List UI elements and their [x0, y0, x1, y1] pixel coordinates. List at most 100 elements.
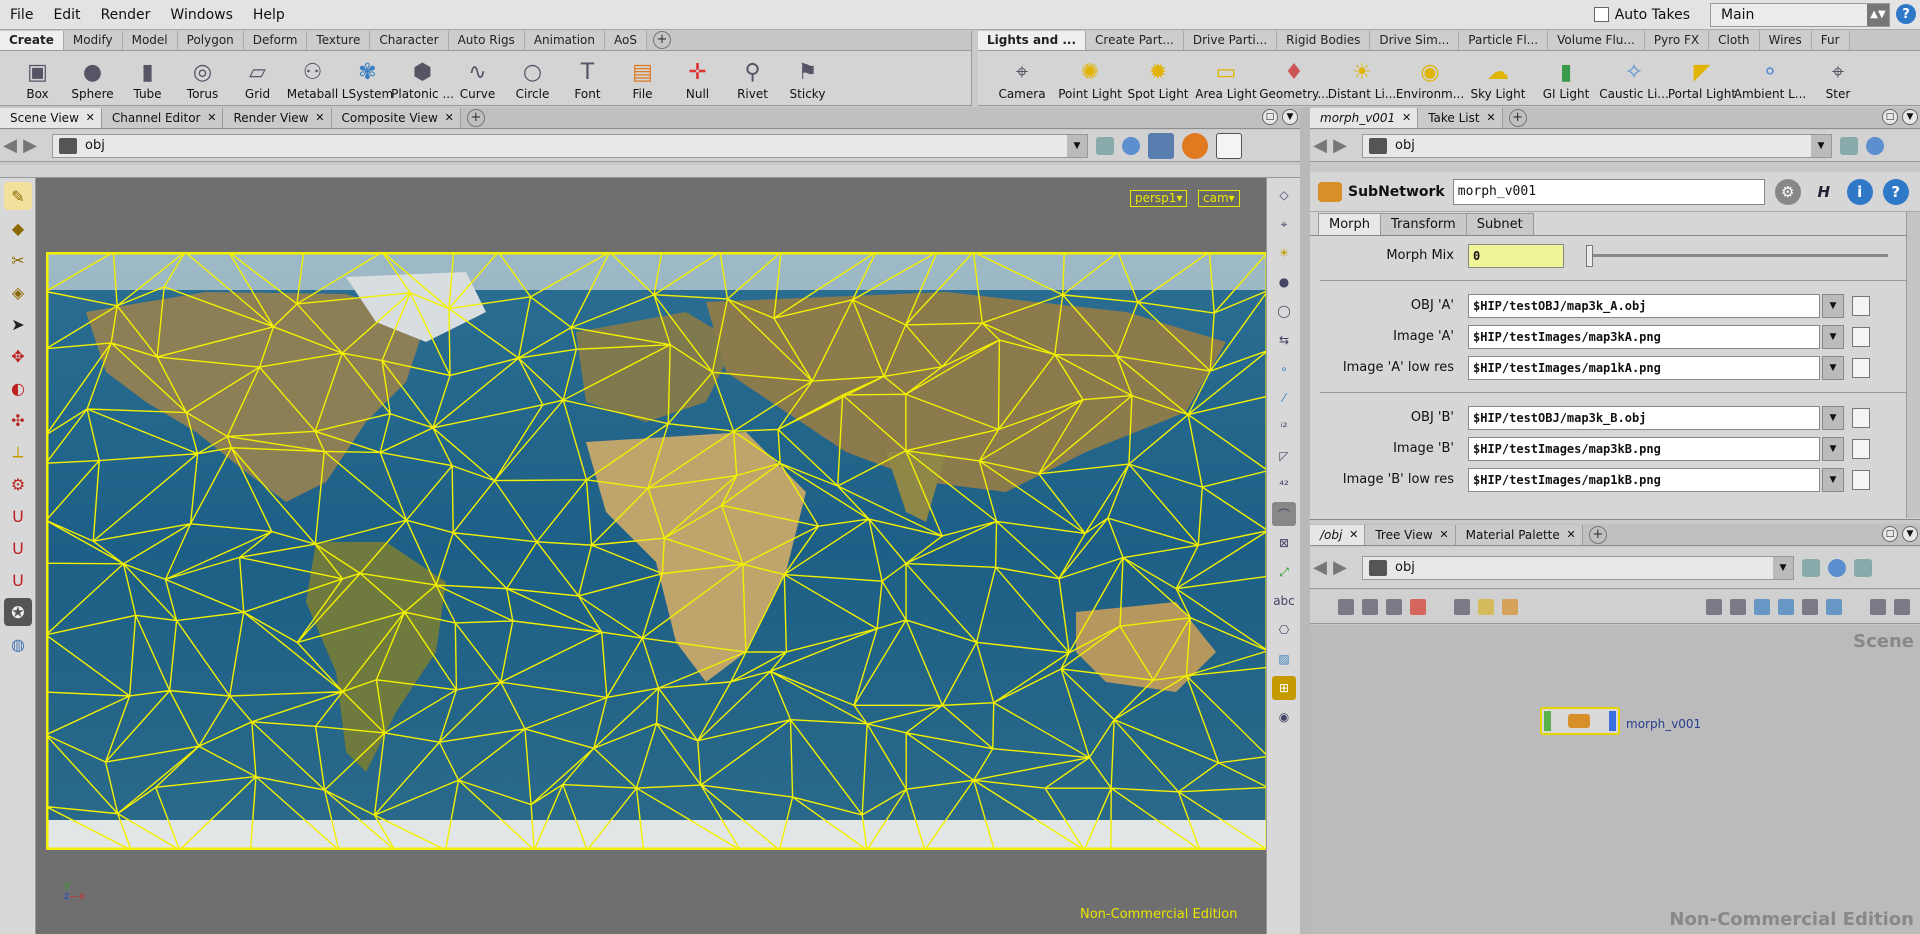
back-arrow-icon[interactable]: ◀ [1310, 557, 1330, 578]
magnet-drag-icon[interactable]: U [4, 566, 32, 594]
scope-icon[interactable]: ◈ [4, 278, 32, 306]
maximize-pane-icon[interactable]: □ [1262, 109, 1278, 125]
shelf-tab-character[interactable]: Character [370, 31, 449, 50]
menu-windows[interactable]: Windows [160, 0, 243, 30]
shelf-tab-particle-fluids[interactable]: Particle Fl... [1459, 31, 1549, 50]
shelf-tab-fur[interactable]: Fur [1811, 31, 1850, 50]
param-tab-transform[interactable]: Transform [1380, 213, 1467, 235]
chevron-down-icon[interactable]: ▼ [1822, 293, 1844, 318]
tool-stereo-camera[interactable]: ⌖ Ster [1804, 51, 1872, 105]
magnet-alt-icon[interactable]: U [4, 534, 32, 562]
globe-icon[interactable]: ◍ [4, 630, 32, 658]
snap-icon[interactable]: ✂ [4, 246, 32, 274]
guide-icon[interactable]: ⎔ [1272, 618, 1296, 642]
obj-a-field[interactable]: $HIP/testOBJ/map3k_A.obj [1468, 293, 1820, 318]
chevron-down-icon[interactable]: ▼ [1822, 355, 1844, 380]
image-a-field[interactable]: $HIP/testImages/map3kA.png [1468, 324, 1820, 349]
perspective-menu[interactable]: persp1▾ [1130, 190, 1188, 207]
chevron-down-icon[interactable]: ▲▼ [1867, 3, 1889, 26]
tree-icon[interactable] [1338, 598, 1354, 615]
branch-icon[interactable] [1802, 598, 1818, 615]
add-pane-tab-icon[interactable]: + [466, 109, 485, 127]
text-icon[interactable]: abc [1272, 589, 1296, 613]
forward-arrow-icon[interactable]: ▶ [1330, 557, 1350, 578]
shelf-tab-volume-fluids[interactable]: Volume Flu... [1548, 31, 1645, 50]
tool-gi-light[interactable]: ▮ GI Light [1532, 51, 1600, 105]
param-tab-subnet[interactable]: Subnet [1465, 213, 1534, 235]
network-path-field[interactable]: obj ▼ [1362, 555, 1794, 580]
tool-font[interactable]: T Font [560, 51, 615, 105]
shelf-tab-texture[interactable]: Texture [307, 31, 371, 50]
tool-curve[interactable]: ∿ Curve [450, 51, 505, 105]
tool-sky-light[interactable]: ☁ Sky Light [1464, 51, 1532, 105]
tab-scene-view[interactable]: Scene View ✕ [0, 108, 102, 128]
pane-menu-icon[interactable]: ▼ [1282, 109, 1298, 125]
tab-obj[interactable]: /obj ✕ [1310, 525, 1366, 545]
color-palette-icon[interactable] [1410, 598, 1426, 615]
menu-render[interactable]: Render [91, 0, 161, 30]
shelf-tab-auto-rigs[interactable]: Auto Rigs [448, 31, 525, 50]
shelf-tab-cloth[interactable]: Cloth [1709, 31, 1760, 50]
pin-icon[interactable] [1802, 558, 1820, 577]
forward-arrow-icon[interactable]: ▶ [1330, 135, 1350, 156]
scene-path-field[interactable]: obj ▼ [52, 133, 1088, 158]
obj-b-field[interactable]: $HIP/testOBJ/map3k_B.obj [1468, 405, 1820, 430]
handles-icon[interactable]: ⤢ [1272, 560, 1296, 584]
tab-composite-view[interactable]: Composite View ✕ [331, 108, 461, 128]
chevron-down-icon[interactable]: ▼ [1822, 405, 1844, 430]
link-icon[interactable] [1122, 136, 1140, 155]
add-shelf-tab-icon[interactable]: + [652, 31, 671, 49]
image-a-lowres-field[interactable]: $HIP/testImages/map1kA.png [1468, 355, 1820, 380]
houdini-help-icon[interactable]: H [1811, 179, 1837, 205]
param-tab-morph[interactable]: Morph [1318, 213, 1382, 235]
shelf-tab-rigid-bodies[interactable]: Rigid Bodies [1277, 31, 1371, 50]
grid-icon[interactable] [1826, 598, 1842, 615]
shelf-tab-pyro-fx[interactable]: Pyro FX [1644, 31, 1710, 50]
chevron-down-icon[interactable]: ▼ [1067, 134, 1087, 157]
maximize-pane-icon[interactable]: □ [1882, 526, 1898, 542]
network-box-icon[interactable] [1454, 598, 1470, 615]
pane-splitter[interactable] [1300, 107, 1310, 934]
network-canvas[interactable]: Scene morph_v001 Non-Commercial Edition [1310, 625, 1920, 934]
zoom-icon[interactable] [1870, 598, 1886, 615]
select-pose-icon[interactable]: ✎ [4, 182, 32, 210]
image-b-field[interactable]: $HIP/testImages/map3kB.png [1468, 436, 1820, 461]
morph-mix-field[interactable]: 0 [1468, 243, 1564, 268]
close-icon[interactable]: ✕ [1567, 525, 1576, 545]
desktop-select[interactable]: Main ▲▼ [1710, 2, 1890, 27]
tool-area-light[interactable]: ▭ Area Light [1192, 51, 1260, 105]
list-icon[interactable] [1362, 598, 1378, 615]
gear-icon[interactable]: ⚙ [1774, 178, 1801, 205]
help-icon[interactable]: ? [1882, 178, 1909, 205]
tool-portal-light[interactable]: ◤ Portal Light [1668, 51, 1736, 105]
tool-circle[interactable]: ○ Circle [505, 51, 560, 105]
brush-icon[interactable]: ◆ [4, 214, 32, 242]
layout-icon[interactable]: ⊞ [1272, 676, 1296, 700]
shelf-tab-wires[interactable]: Wires [1759, 31, 1812, 50]
node-render-flag[interactable] [1609, 711, 1616, 731]
parameter-scrollbar[interactable] [1906, 212, 1920, 518]
shade-icon[interactable]: ● [1272, 270, 1296, 294]
shelf-tab-animation[interactable]: Animation [524, 31, 605, 50]
layout-icon[interactable] [1706, 598, 1722, 615]
bounds-icon[interactable]: ⊠ [1272, 531, 1296, 555]
tool-rivet[interactable]: ⚲ Rivet [725, 51, 780, 105]
pin-icon[interactable] [1096, 136, 1114, 155]
transform-icon[interactable]: ✥ [4, 342, 32, 370]
shelf-tab-create-particles[interactable]: Create Part... [1086, 31, 1184, 50]
tool-distant-light[interactable]: ☀ Distant Li... [1328, 51, 1396, 105]
scene-viewport[interactable]: persp1▾ cam▾ y z—x Non-Commercial Editio… [36, 178, 1266, 934]
background-icon[interactable] [1216, 132, 1242, 159]
chevron-down-icon[interactable]: ▼ [1822, 436, 1844, 461]
camera-menu[interactable]: cam▾ [1198, 190, 1240, 207]
image-icon[interactable]: ▨ [1272, 647, 1296, 671]
chevron-down-icon[interactable]: ▼ [1822, 467, 1844, 492]
add-pane-tab-icon[interactable]: + [1508, 109, 1527, 127]
point-number-icon[interactable]: ⁱ² [1272, 415, 1296, 439]
camera-icon[interactable]: ⌖ [1272, 212, 1296, 236]
link-icon[interactable] [1866, 136, 1884, 155]
tree-layout-icon[interactable] [1778, 598, 1794, 615]
maximize-pane-icon[interactable]: □ [1882, 109, 1898, 125]
info-icon[interactable]: i [1846, 178, 1873, 205]
display-options-icon[interactable] [1148, 132, 1174, 159]
